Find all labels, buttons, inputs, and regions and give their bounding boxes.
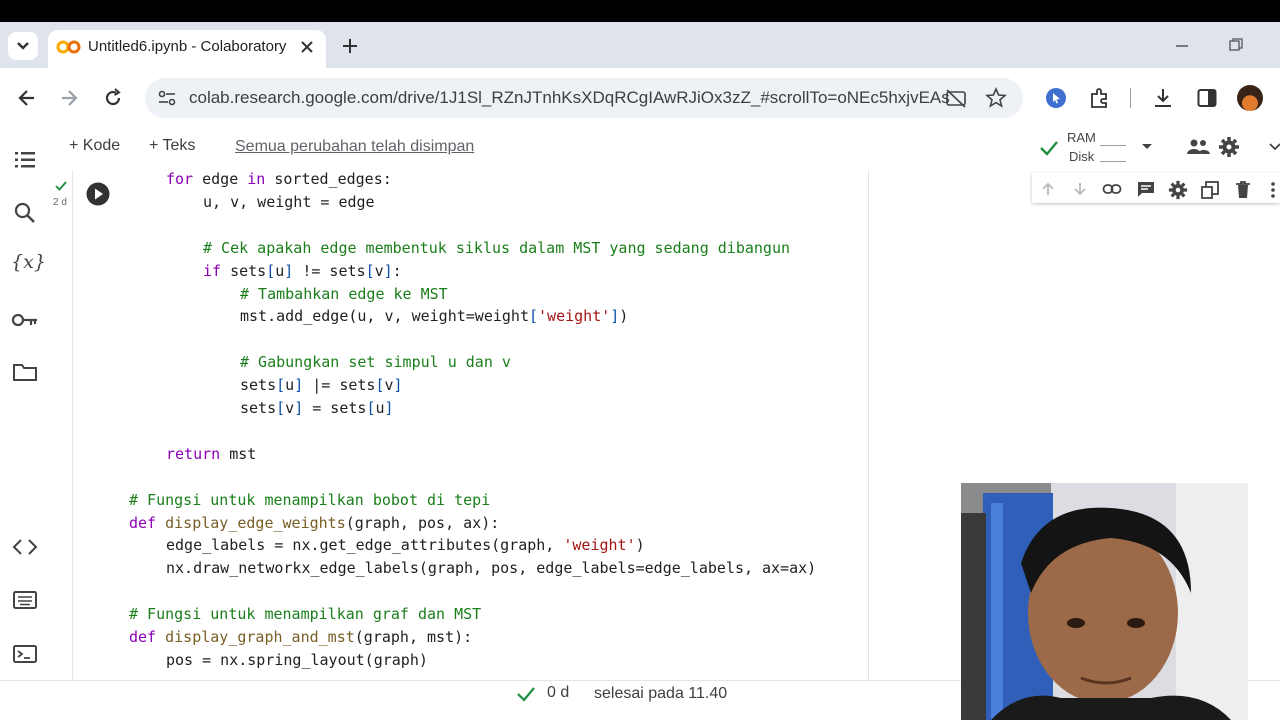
cell-exec-time: 2 d (53, 197, 67, 208)
back-icon[interactable] (16, 87, 38, 109)
code-snippets-icon[interactable] (12, 536, 38, 558)
toolbar-divider (1130, 88, 1131, 108)
extension-cursor-icon[interactable] (1045, 87, 1067, 109)
forward-icon[interactable] (58, 87, 80, 109)
code-line: def display_graph_and_mst(graph, mst): (129, 628, 473, 646)
terminal-icon[interactable] (12, 643, 38, 665)
status-finished: selesai pada 11.40 (594, 685, 728, 702)
side-panel-icon[interactable] (1196, 87, 1218, 109)
address-bar[interactable]: colab.research.google.com/drive/1J1Sl_RZ… (145, 78, 1023, 118)
secrets-key-icon[interactable] (11, 310, 39, 330)
colab-logo-icon (56, 40, 81, 54)
close-tab-icon[interactable] (298, 38, 316, 56)
code-line: nx.draw_networkx_edge_labels(graph, pos,… (166, 559, 817, 578)
code-line: mst.add_edge(u, v, weight=weight['weight… (240, 307, 629, 326)
ram-label: RAM (1067, 130, 1096, 145)
bookmark-star-icon[interactable] (985, 87, 1007, 109)
code-line: def display_edge_weights(graph, pos, ax)… (129, 513, 500, 532)
code-line: return mst (166, 444, 257, 463)
runtime-dropdown-icon[interactable] (1140, 142, 1154, 152)
ram-meter (1100, 145, 1126, 146)
new-tab-icon[interactable] (340, 36, 360, 56)
code-line: # Gabungkan set simpul u dan v (240, 353, 511, 372)
add-code-button[interactable]: + Kode (69, 137, 120, 155)
settings-gear-icon[interactable] (1218, 136, 1240, 158)
move-cell-up-icon[interactable] (1040, 181, 1056, 197)
cell-settings-icon[interactable] (1168, 180, 1188, 200)
code-line: sets[v] = sets[u] (240, 399, 394, 417)
connected-check-icon (1040, 141, 1058, 156)
save-status-link[interactable]: Semua perubahan telah disimpan (235, 138, 474, 156)
disk-label: Disk (1069, 149, 1095, 164)
code-line: edge_labels = nx.get_edge_attributes(gra… (166, 536, 645, 555)
variables-icon[interactable]: {x} (11, 251, 46, 273)
code-line: # Tambahkan edge ke MST (240, 284, 448, 303)
files-folder-icon[interactable] (12, 361, 38, 383)
site-info-icon[interactable] (157, 89, 177, 107)
tab-title: Untitled6.ipynb - Colaboratory (88, 38, 287, 55)
link-to-cell-icon[interactable] (1102, 181, 1122, 197)
cell-done-check-icon (55, 181, 67, 191)
run-cell-button[interactable] (85, 181, 111, 207)
move-cell-down-icon[interactable] (1072, 181, 1088, 197)
camera-blocked-icon[interactable] (945, 88, 967, 108)
code-line: pos = nx.spring_layout(graph) (166, 650, 428, 669)
cell-left-border (72, 170, 73, 680)
more-options-icon[interactable] (1268, 181, 1278, 199)
tab-search-button[interactable] (8, 32, 38, 60)
mirror-cell-icon[interactable] (1200, 180, 1220, 200)
disk-meter (1100, 161, 1126, 162)
command-palette-icon[interactable] (12, 589, 38, 611)
cell-right-border (868, 170, 869, 680)
collapse-header-icon[interactable] (1268, 142, 1280, 152)
status-check-icon (517, 687, 535, 702)
share-people-icon[interactable] (1185, 136, 1211, 158)
code-line: sets[u] |= sets[v] (240, 376, 403, 395)
code-line: # Cek apakah edge membentuk siklus dalam… (203, 238, 790, 257)
status-elapsed: 0 d (547, 684, 570, 701)
search-icon[interactable] (13, 201, 37, 225)
download-icon[interactable] (1152, 86, 1174, 110)
code-line: # Fungsi untuk menampilkan bobot di tepi (129, 490, 491, 509)
table-of-contents-icon[interactable] (13, 148, 37, 172)
extensions-puzzle-icon[interactable] (1088, 86, 1112, 110)
delete-cell-icon[interactable] (1234, 180, 1252, 200)
screen-top-bar (0, 0, 1280, 22)
minimize-window-icon[interactable] (1174, 38, 1190, 54)
url-text: colab.research.google.com/drive/1J1Sl_RZ… (189, 88, 950, 107)
code-line: for edge in sorted_edges: (166, 170, 392, 188)
restore-window-icon[interactable] (1228, 37, 1244, 53)
code-line: # Fungsi untuk menampilkan graf dan MST (129, 605, 482, 624)
add-text-button[interactable]: + Teks (149, 137, 195, 155)
code-line: u, v, weight = edge (203, 192, 375, 211)
add-comment-icon[interactable] (1136, 180, 1156, 198)
chevron-down-icon (17, 42, 29, 50)
code-line: if sets[u] != sets[v]: (203, 261, 402, 280)
profile-avatar[interactable] (1237, 85, 1263, 111)
browser-tab-active[interactable]: Untitled6.ipynb - Colaboratory (48, 30, 326, 68)
webcam-person-image (961, 483, 1248, 720)
webcam-overlay (961, 483, 1248, 720)
reload-icon[interactable] (102, 87, 124, 109)
